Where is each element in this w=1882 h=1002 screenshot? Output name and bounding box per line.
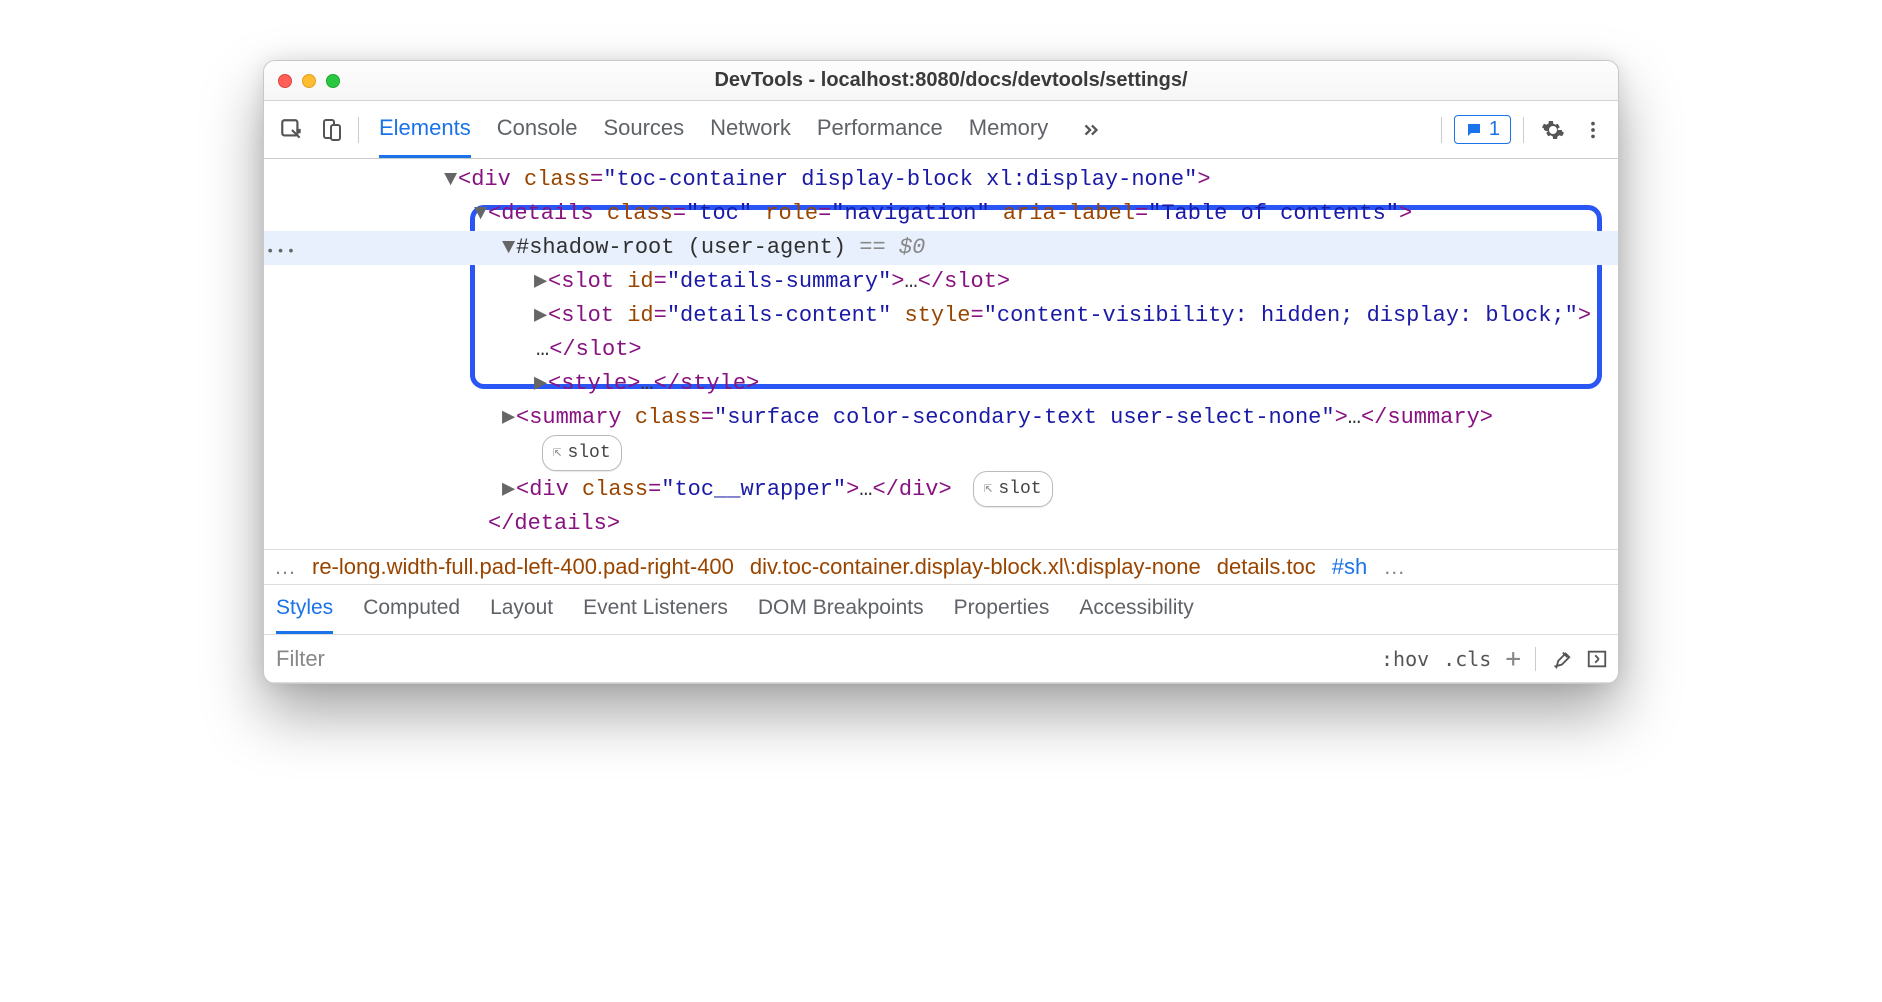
panel-tabs: Elements Console Sources Network Perform… xyxy=(379,101,1435,158)
issues-count: 1 xyxy=(1489,118,1500,141)
dom-node-details[interactable]: ▼<details class="toc" role="navigation" … xyxy=(264,197,1618,231)
dom-node-style[interactable]: ▶<style>…</style> xyxy=(264,367,1618,401)
dom-node-slot-content[interactable]: ▶<slot id="details-content" style="conte… xyxy=(264,299,1618,333)
paint-flashing-icon[interactable] xyxy=(1550,648,1572,670)
toggle-hover-button[interactable]: :hov xyxy=(1381,647,1429,671)
reveal-slot-button[interactable]: ⇱ slot xyxy=(542,435,622,471)
reveal-icon: ⇱ xyxy=(553,436,561,470)
tab-performance[interactable]: Performance xyxy=(817,101,943,158)
crumb-overflow-left[interactable]: … xyxy=(274,554,296,580)
device-toolbar-icon[interactable] xyxy=(312,107,352,153)
separator xyxy=(1535,647,1536,671)
crumb-item-selected[interactable]: #sh xyxy=(1332,554,1367,580)
tab-memory[interactable]: Memory xyxy=(969,101,1048,158)
toolbar-right: 1 xyxy=(1435,113,1610,147)
settings-icon[interactable] xyxy=(1536,113,1570,147)
crumb-item[interactable]: div.toc-container.display-block.xl\:disp… xyxy=(750,554,1201,580)
separator xyxy=(358,117,359,143)
window-title: DevTools - localhost:8080/docs/devtools/… xyxy=(340,69,1618,92)
dom-node-slot-summary[interactable]: ▶<slot id="details-summary">…</slot> xyxy=(264,265,1618,299)
tab-console[interactable]: Console xyxy=(497,101,578,158)
issues-button[interactable]: 1 xyxy=(1454,115,1511,144)
tab-network[interactable]: Network xyxy=(710,101,791,158)
tab-sources[interactable]: Sources xyxy=(603,101,684,158)
minimize-window-button[interactable] xyxy=(302,74,316,88)
dom-breadcrumbs: … re-long.width-full.pad-left-400.pad-ri… xyxy=(264,549,1618,585)
crumb-item[interactable]: details.toc xyxy=(1217,554,1316,580)
close-window-button[interactable] xyxy=(278,74,292,88)
crumb-item[interactable]: re-long.width-full.pad-left-400.pad-righ… xyxy=(312,554,734,580)
styles-filter-input[interactable] xyxy=(264,646,1381,672)
tab-elements[interactable]: Elements xyxy=(379,101,471,158)
devtools-window: DevTools - localhost:8080/docs/devtools/… xyxy=(263,60,1619,684)
computed-styles-toggle-icon[interactable] xyxy=(1586,648,1608,670)
more-tabs-icon[interactable] xyxy=(1074,113,1108,147)
subtab-event-listeners[interactable]: Event Listeners xyxy=(583,585,728,634)
elements-panel: ▼<div class="toc-container display-block… xyxy=(264,159,1618,549)
dom-node-slot-badge-row: ⇱ slot xyxy=(264,435,1618,471)
inspect-element-icon[interactable] xyxy=(272,107,312,153)
toggle-classes-button[interactable]: .cls xyxy=(1443,647,1491,671)
dom-node-slot-content-close[interactable]: …</slot> xyxy=(264,333,1618,367)
subtab-accessibility[interactable]: Accessibility xyxy=(1079,585,1193,634)
separator xyxy=(1523,117,1524,143)
window-controls xyxy=(264,74,340,88)
styles-subtabs: Styles Computed Layout Event Listeners D… xyxy=(264,585,1618,635)
subtab-styles[interactable]: Styles xyxy=(276,585,333,634)
titlebar: DevTools - localhost:8080/docs/devtools/… xyxy=(264,61,1618,101)
reveal-icon: ⇱ xyxy=(984,472,992,506)
subtab-layout[interactable]: Layout xyxy=(490,585,553,634)
dom-node-summary[interactable]: ▶<summary class="surface color-secondary… xyxy=(264,401,1618,435)
styles-filter-row: :hov .cls + xyxy=(264,635,1618,683)
subtab-properties[interactable]: Properties xyxy=(954,585,1050,634)
subtab-computed[interactable]: Computed xyxy=(363,585,460,634)
zoom-window-button[interactable] xyxy=(326,74,340,88)
dom-node-div-toc-container[interactable]: ▼<div class="toc-container display-block… xyxy=(264,163,1618,197)
separator xyxy=(1441,117,1442,143)
crumb-overflow-right[interactable]: … xyxy=(1383,554,1405,580)
main-toolbar: Elements Console Sources Network Perform… xyxy=(264,101,1618,159)
new-style-rule-button[interactable]: + xyxy=(1505,644,1521,674)
dom-node-details-close[interactable]: </details> xyxy=(264,507,1618,541)
dom-node-shadow-root[interactable]: ▼#shadow-root (user-agent) == $0 xyxy=(264,231,1618,265)
dom-node-toc-wrapper[interactable]: ▶<div class="toc__wrapper">…</div> ⇱ slo… xyxy=(264,471,1618,507)
more-options-icon[interactable] xyxy=(1576,113,1610,147)
reveal-slot-button[interactable]: ⇱ slot xyxy=(973,471,1053,507)
subtab-dom-breakpoints[interactable]: DOM Breakpoints xyxy=(758,585,924,634)
